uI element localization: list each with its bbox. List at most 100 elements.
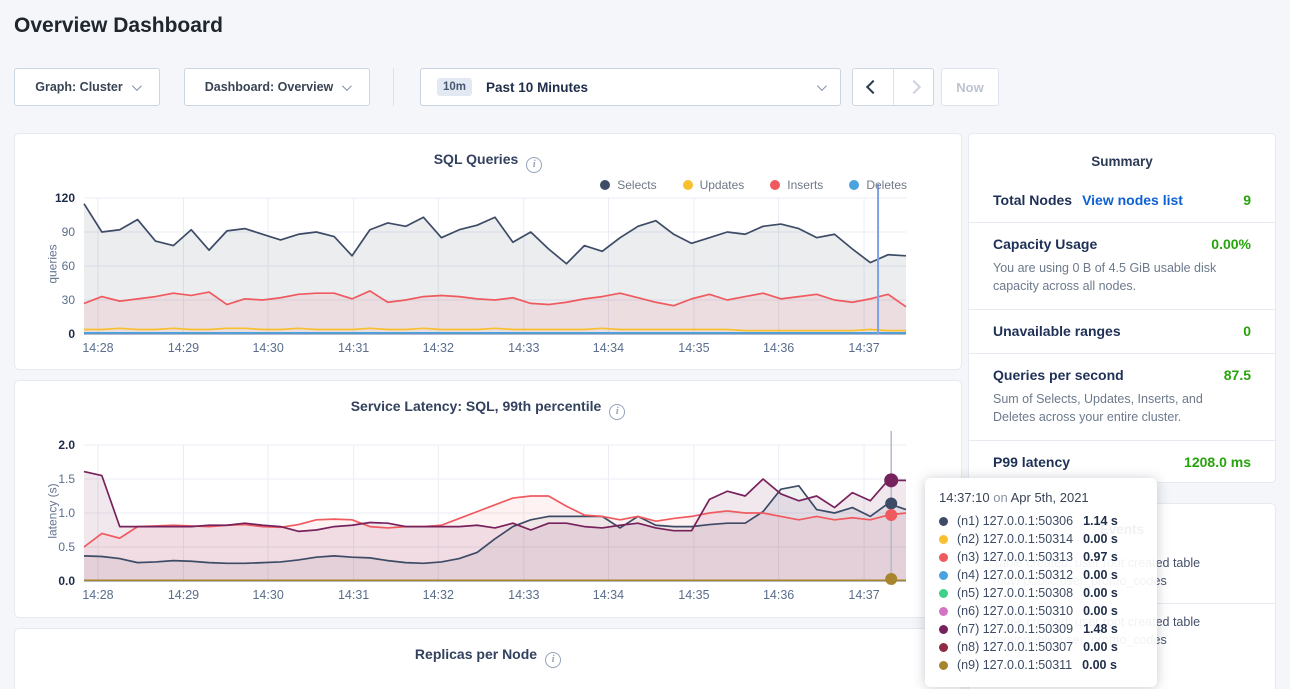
svg-text:14:37: 14:37 xyxy=(848,341,879,355)
dashboard-dropdown-label: Dashboard: Overview xyxy=(205,80,334,94)
chart-title: Replicas per Nodei xyxy=(15,646,961,668)
svg-text:14:34: 14:34 xyxy=(593,341,624,355)
summary-label: Queries per second xyxy=(993,367,1124,383)
legend-label: Deletes xyxy=(866,178,907,192)
graph-dropdown[interactable]: Graph: Cluster xyxy=(14,68,160,106)
chevron-right-icon xyxy=(906,80,920,94)
node-color-dot-icon xyxy=(939,643,948,652)
tooltip-rows: (n1) 127.0.0.1:503061.14 s(n2) 127.0.0.1… xyxy=(939,512,1143,674)
svg-text:14:28: 14:28 xyxy=(82,341,113,355)
chevron-left-icon xyxy=(866,80,880,94)
legend-dot-icon xyxy=(600,180,610,190)
svg-text:14:30: 14:30 xyxy=(252,341,283,355)
tooltip-timestamp: 14:37:10 on Apr 5th, 2021 xyxy=(939,490,1143,505)
time-window-label: Past 10 Minutes xyxy=(486,80,817,95)
info-icon[interactable]: i xyxy=(609,404,625,420)
legend-item-selects[interactable]: Selects xyxy=(600,178,656,192)
next-timewindow-button[interactable] xyxy=(893,69,933,105)
svg-text:14:35: 14:35 xyxy=(678,341,709,355)
tooltip-node-address: (n6) 127.0.0.1:50310 xyxy=(957,604,1073,618)
tooltip-node-latency: 0.00 s xyxy=(1083,568,1118,582)
tooltip-node-address: (n5) 127.0.0.1:50308 xyxy=(957,586,1073,600)
summary-value: 0 xyxy=(1243,323,1251,339)
svg-text:14:33: 14:33 xyxy=(508,341,539,355)
sql-queries-panel: 14:2814:2914:3014:3114:3214:3314:3414:35… xyxy=(14,133,962,370)
svg-text:14:35: 14:35 xyxy=(678,588,709,602)
tooltip-node-latency: 0.00 s xyxy=(1082,658,1117,672)
svg-text:14:32: 14:32 xyxy=(423,588,454,602)
node-color-dot-icon xyxy=(939,607,948,616)
tooltip-node-latency: 0.00 s xyxy=(1083,604,1118,618)
legend-dot-icon xyxy=(683,180,693,190)
y-axis-label: latency (s) xyxy=(23,411,83,611)
tooltip-node-address: (n4) 127.0.0.1:50312 xyxy=(957,568,1073,582)
tooltip-node-address: (n9) 127.0.0.1:50311 xyxy=(957,658,1072,672)
now-button[interactable]: Now xyxy=(941,68,999,106)
svg-text:14:34: 14:34 xyxy=(593,588,624,602)
toolbar-divider xyxy=(393,68,394,106)
previous-timewindow-button[interactable] xyxy=(853,69,893,105)
summary-row-capacity-usage: Capacity Usage 0.00% You are using 0 B o… xyxy=(969,223,1275,310)
info-icon[interactable]: i xyxy=(526,157,542,173)
time-step-buttons xyxy=(852,68,934,106)
chart-title: Service Latency: SQL, 99th percentilei xyxy=(15,398,961,420)
overview-dashboard-page: Overview Dashboard Graph: Cluster Dashbo… xyxy=(0,0,1290,689)
chart-title: SQL Queriesi xyxy=(15,151,961,173)
svg-text:14:36: 14:36 xyxy=(763,588,794,602)
chevron-down-icon xyxy=(132,81,142,91)
node-color-dot-icon xyxy=(939,661,948,670)
summary-value: 1208.0 ms xyxy=(1184,454,1251,470)
svg-text:14:29: 14:29 xyxy=(168,341,199,355)
tooltip-node-row: (n3) 127.0.0.1:50313 0.97 s xyxy=(939,548,1143,566)
tooltip-node-address: (n3) 127.0.0.1:50313 xyxy=(957,550,1073,564)
summary-subtext: Sum of Selects, Updates, Inserts, and De… xyxy=(993,390,1243,426)
chart-hover-tooltip: 14:37:10 on Apr 5th, 2021 (n1) 127.0.0.1… xyxy=(925,478,1157,687)
dashboard-dropdown[interactable]: Dashboard: Overview xyxy=(184,68,370,106)
tooltip-node-latency: 0.00 s xyxy=(1083,640,1118,654)
svg-text:14:36: 14:36 xyxy=(763,341,794,355)
tooltip-node-latency: 0.97 s xyxy=(1083,550,1118,564)
tooltip-node-row: (n9) 127.0.0.1:50311 0.00 s xyxy=(939,656,1143,674)
legend-label: Selects xyxy=(617,178,656,192)
tooltip-node-row: (n8) 127.0.0.1:503070.00 s xyxy=(939,638,1143,656)
svg-text:14:31: 14:31 xyxy=(338,588,369,602)
legend-item-inserts[interactable]: Inserts xyxy=(770,178,823,192)
tooltip-node-address: (n1) 127.0.0.1:50306 xyxy=(957,514,1073,528)
node-color-dot-icon xyxy=(939,625,948,634)
page-title: Overview Dashboard xyxy=(14,14,223,38)
graph-dropdown-label: Graph: Cluster xyxy=(35,80,123,94)
summary-panel: Summary Total Nodes View nodes list 9 Ca… xyxy=(968,133,1276,483)
legend-item-deletes[interactable]: Deletes xyxy=(849,178,907,192)
sql-legend: Selects Updates Inserts Deletes xyxy=(600,178,907,192)
y-axis-label: queries xyxy=(23,164,83,364)
tooltip-node-address: (n2) 127.0.0.1:50314 xyxy=(957,532,1073,546)
time-window-select[interactable]: 10m Past 10 Minutes xyxy=(420,68,841,106)
svg-text:14:37: 14:37 xyxy=(848,588,879,602)
summary-label: Unavailable ranges xyxy=(993,323,1121,339)
svg-text:14:33: 14:33 xyxy=(508,588,539,602)
summary-row-unavailable-ranges: Unavailable ranges 0 xyxy=(969,310,1275,354)
svg-text:14:30: 14:30 xyxy=(252,588,283,602)
svg-text:14:28: 14:28 xyxy=(82,588,113,602)
time-window-badge: 10m xyxy=(437,78,472,96)
info-icon[interactable]: i xyxy=(545,652,561,668)
summary-row-queries-per-second: Queries per second 87.5 Sum of Selects, … xyxy=(969,354,1275,441)
summary-label: P99 latency xyxy=(993,454,1070,470)
legend-dot-icon xyxy=(770,180,780,190)
tooltip-node-row: (n7) 127.0.0.1:503091.48 s xyxy=(939,620,1143,638)
tooltip-node-row: (n5) 127.0.0.1:503080.00 s xyxy=(939,584,1143,602)
node-color-dot-icon xyxy=(939,535,948,544)
svg-text:14:31: 14:31 xyxy=(338,341,369,355)
summary-row-total-nodes: Total Nodes View nodes list 9 xyxy=(969,179,1275,223)
node-color-dot-icon xyxy=(939,553,948,562)
svg-text:14:29: 14:29 xyxy=(168,588,199,602)
view-nodes-list-link[interactable]: View nodes list xyxy=(1082,192,1183,208)
summary-title: Summary xyxy=(969,134,1275,179)
tooltip-node-row: (n6) 127.0.0.1:50310 0.00 s xyxy=(939,602,1143,620)
summary-value: 87.5 xyxy=(1224,367,1251,383)
tooltip-node-row: (n2) 127.0.0.1:503140.00 s xyxy=(939,530,1143,548)
legend-item-updates[interactable]: Updates xyxy=(683,178,745,192)
chevron-down-icon xyxy=(342,81,352,91)
summary-label: Total Nodes xyxy=(993,192,1072,208)
node-color-dot-icon xyxy=(939,571,948,580)
